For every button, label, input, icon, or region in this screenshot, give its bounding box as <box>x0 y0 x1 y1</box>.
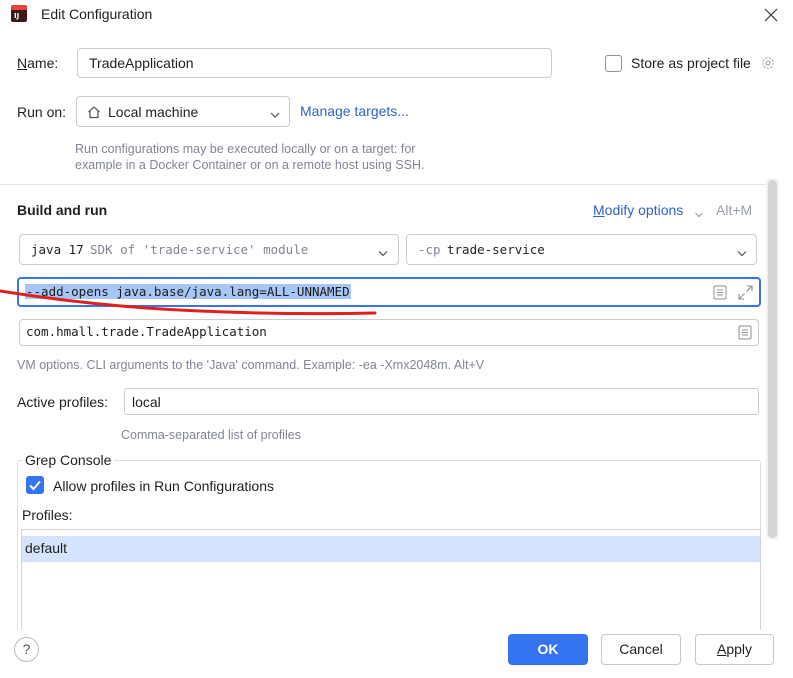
grep-console-title: Grep Console <box>22 452 115 468</box>
window-title: Edit Configuration <box>41 6 153 22</box>
name-label-rest: ame: <box>27 55 59 71</box>
ok-button[interactable]: OK <box>508 634 588 665</box>
modify-options-shortcut: Alt+M <box>716 202 753 218</box>
chevron-down-icon <box>736 246 748 257</box>
chevron-down-icon <box>377 246 389 257</box>
run-on-value: Local machine <box>108 104 199 120</box>
home-icon <box>87 105 101 119</box>
active-profiles-hint: Comma-separated list of profiles <box>121 428 301 442</box>
close-icon <box>764 8 778 22</box>
modify-options-link[interactable]: Modify options <box>593 202 683 218</box>
run-on-hint: Run configurations may be executed local… <box>75 142 425 172</box>
main-class-input[interactable]: com.hmall.trade.TradeApplication <box>19 319 759 346</box>
close-button[interactable] <box>758 2 784 28</box>
build-and-run-title: Build and run <box>17 202 108 218</box>
allow-profiles-label[interactable]: Allow profiles in Run Configurations <box>53 478 274 494</box>
manage-targets-link[interactable]: Manage targets... <box>300 103 409 119</box>
classpath-select[interactable]: -cp trade-service <box>406 234 757 265</box>
classpath-prefix: -cp <box>418 242 441 257</box>
apply-button[interactable]: Apply <box>695 634 774 665</box>
grep-profiles-label: Profiles: <box>22 507 73 523</box>
active-profiles-input[interactable]: local <box>124 388 759 415</box>
gear-icon[interactable] <box>760 55 776 71</box>
jdk-description: SDK of 'trade-service' module <box>90 242 309 257</box>
store-as-project-checkbox[interactable] <box>605 55 622 72</box>
vm-options-hint: VM options. CLI arguments to the 'Java' … <box>17 358 485 372</box>
jdk-select[interactable]: java 17 SDK of 'trade-service' module <box>19 234 399 265</box>
intellij-icon: IJ <box>11 5 27 22</box>
modify-options-label-rest: odify options <box>604 202 684 218</box>
run-on-label: Run on: <box>17 104 67 120</box>
help-button[interactable]: ? <box>14 637 39 662</box>
check-icon <box>29 480 41 491</box>
title-bar: IJ Edit Configuration <box>0 0 793 30</box>
cancel-button[interactable]: Cancel <box>601 634 681 665</box>
grep-profiles-list[interactable]: default <box>21 529 761 630</box>
list-item[interactable]: default <box>22 536 760 562</box>
allow-profiles-checkbox[interactable] <box>26 476 44 494</box>
document-icon[interactable] <box>738 325 752 340</box>
chevron-down-icon <box>694 206 704 218</box>
apply-label-rest: pply <box>726 641 753 657</box>
active-profiles-label: Active profiles: <box>17 394 109 410</box>
chevron-down-icon <box>269 107 281 118</box>
section-divider <box>0 184 766 185</box>
classpath-value: trade-service <box>447 242 545 257</box>
main-class-value: com.hmall.trade.TradeApplication <box>26 324 267 339</box>
jdk-value: java 17 <box>31 242 84 257</box>
document-icon[interactable] <box>713 285 727 300</box>
scrollbar-thumb[interactable] <box>768 180 777 538</box>
red-underline-annotation <box>0 289 377 316</box>
store-as-project-label[interactable]: Store as project file <box>631 55 751 71</box>
name-input[interactable]: TradeApplication <box>77 48 552 78</box>
run-on-select[interactable]: Local machine <box>76 96 290 127</box>
name-label: Name: <box>17 55 59 71</box>
expand-icon[interactable] <box>737 284 754 301</box>
